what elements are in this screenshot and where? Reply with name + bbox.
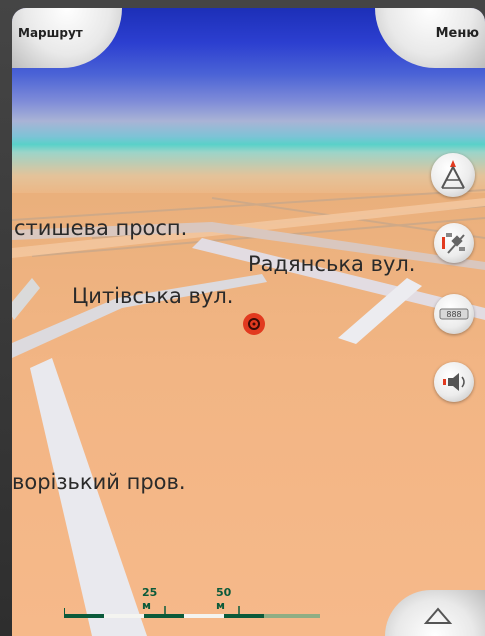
compass-button[interactable] bbox=[431, 153, 475, 197]
route-button-label: Маршрут bbox=[18, 26, 83, 40]
svg-text:888: 888 bbox=[446, 310, 461, 319]
volume-icon bbox=[443, 373, 465, 391]
satellite-signal-icon bbox=[442, 233, 465, 254]
current-position-marker bbox=[243, 313, 265, 335]
scale-bar-graphic bbox=[64, 606, 320, 618]
volume-button[interactable] bbox=[434, 362, 474, 402]
map-screen[interactable]: стишева просп. Радянська вул. Цитівська … bbox=[12, 8, 485, 636]
road-network bbox=[12, 189, 485, 636]
speed-icon: 888 bbox=[439, 308, 469, 320]
street-label-3: Цитівська вул. bbox=[72, 284, 234, 308]
device-frame: стишева просп. Радянська вул. Цитівська … bbox=[0, 0, 485, 636]
speed-button[interactable]: 888 bbox=[434, 294, 474, 334]
street-label-4: ворізький пров. bbox=[12, 470, 186, 494]
triangle-up-icon bbox=[423, 607, 453, 624]
compass-icon bbox=[441, 160, 465, 189]
gps-status-button[interactable] bbox=[434, 223, 474, 263]
street-label-1: стишева просп. bbox=[14, 216, 188, 240]
street-label-2: Радянська вул. bbox=[248, 252, 416, 276]
menu-button-label: Меню bbox=[435, 26, 479, 41]
